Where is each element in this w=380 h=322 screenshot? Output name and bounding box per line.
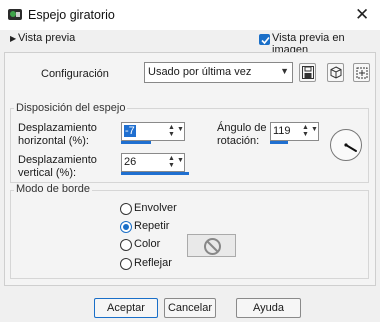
config-label: Configuración: [41, 68, 109, 80]
v-offset-value[interactable]: 26: [124, 156, 136, 168]
preset-value: Usado por última vez: [148, 66, 252, 78]
radio-repeat[interactable]: [120, 221, 132, 233]
radio-label-wrap: Envolver: [134, 202, 177, 214]
down-arrow-icon[interactable]: ▼: [168, 162, 175, 169]
angle-stepper[interactable]: ▲ ▼ ▼: [300, 123, 318, 140]
chevron-down-icon[interactable]: ▼: [311, 126, 318, 133]
h-offset-slider[interactable]: [121, 141, 151, 144]
preview-toggle-label: Vista previa: [18, 32, 76, 44]
reset-icon: [356, 67, 368, 79]
angle-label: Ángulo de rotación:: [217, 122, 267, 147]
v-offset-stepper[interactable]: ▲ ▼ ▼: [166, 154, 184, 171]
cancel-button[interactable]: Cancelar: [164, 298, 216, 318]
down-arrow-icon[interactable]: ▼: [168, 131, 175, 138]
radio-label-color: Color: [134, 238, 161, 250]
v-offset-slider[interactable]: [121, 172, 189, 175]
preview-toggle[interactable]: ▶ Vista previa: [8, 32, 78, 48]
up-arrow-icon[interactable]: ▲: [168, 155, 175, 162]
app-icon: [8, 9, 22, 20]
radio-label-reflect: Reflejar: [134, 257, 172, 269]
radio-color[interactable]: [120, 239, 132, 251]
reset-preset-button[interactable]: [353, 63, 370, 82]
no-color-icon: [204, 238, 221, 255]
chevron-down-icon: ▼: [280, 66, 289, 76]
up-arrow-icon[interactable]: ▲: [302, 124, 309, 131]
h-offset-stepper[interactable]: ▲ ▼ ▼: [166, 123, 184, 140]
preview-on-image-checkbox[interactable]: [259, 34, 270, 45]
ok-button[interactable]: Aceptar: [94, 298, 158, 318]
h-offset-value[interactable]: -7: [124, 125, 136, 137]
save-preset-button[interactable]: [299, 63, 316, 82]
edge-color-swatch[interactable]: [187, 234, 236, 257]
save-icon: [302, 66, 314, 79]
radio-wrap[interactable]: [120, 203, 132, 215]
preview-bar: ▶ Vista previa Vista previa en imagen: [0, 30, 380, 56]
angle-value[interactable]: 119: [273, 125, 291, 137]
up-arrow-icon[interactable]: ▲: [168, 124, 175, 131]
mirror-layout-title: Disposición del espejo: [14, 102, 128, 114]
help-button[interactable]: Ayuda: [236, 298, 301, 318]
title-bar: Espejo giratorio ✕: [0, 0, 380, 30]
radio-label-repeat: Repetir: [134, 220, 170, 232]
chevron-down-icon[interactable]: ▼: [177, 157, 184, 164]
v-offset-spinner[interactable]: 26 ▲ ▼ ▼: [121, 153, 189, 175]
h-offset-spinner[interactable]: -7 ▲ ▼ ▼: [121, 122, 185, 144]
preset-resources-button[interactable]: [327, 63, 344, 82]
window-title: Espejo giratorio: [28, 8, 115, 22]
h-offset-label: Desplazamiento horizontal (%):: [18, 122, 97, 147]
angle-spinner[interactable]: 119 ▲ ▼ ▼: [270, 122, 319, 144]
close-icon[interactable]: ✕: [355, 6, 369, 23]
edge-mode-title: Modo de borde: [14, 183, 92, 195]
down-arrow-icon[interactable]: ▼: [302, 131, 309, 138]
checkmark-icon: [261, 36, 270, 45]
angle-dial[interactable]: [330, 129, 362, 161]
expand-triangle-icon: ▶: [10, 34, 17, 43]
dial-needle-icon: [344, 143, 357, 152]
preset-dropdown[interactable]: Usado por última vez ▼: [144, 62, 293, 83]
angle-slider[interactable]: [270, 141, 288, 144]
chevron-down-icon[interactable]: ▼: [177, 126, 184, 133]
radio-reflect[interactable]: [120, 258, 132, 270]
v-offset-label: Desplazamiento vertical (%):: [18, 154, 97, 179]
cube-icon: [330, 66, 342, 79]
